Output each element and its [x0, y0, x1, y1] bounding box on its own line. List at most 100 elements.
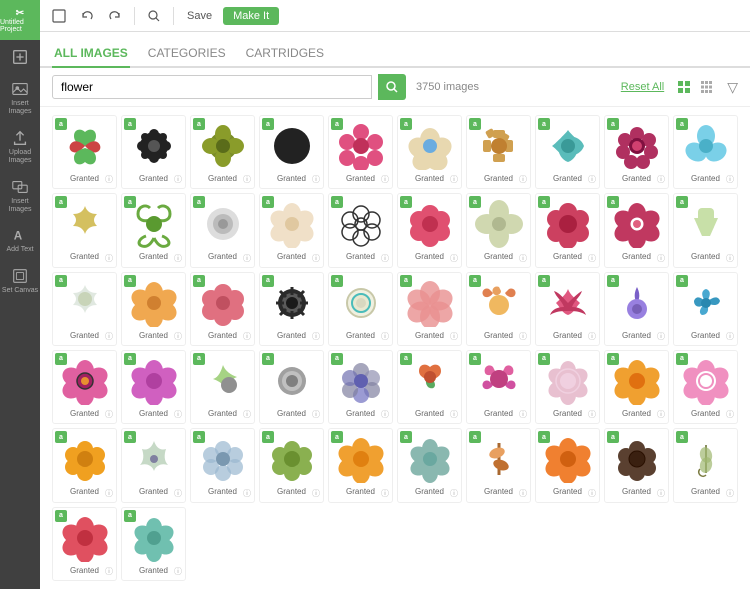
image-cell[interactable]: a Granted ⓘ [259, 350, 324, 424]
sidebar-item-canvas[interactable]: Set Canvas [0, 259, 40, 299]
image-cell[interactable]: a Granted ⓘ [52, 115, 117, 189]
image-cell[interactable]: a Granted ⓘ [121, 115, 186, 189]
image-cell[interactable]: a Granted ⓘ [535, 350, 600, 424]
cell-info-icon[interactable]: ⓘ [519, 331, 527, 342]
cell-info-icon[interactable]: ⓘ [243, 253, 251, 264]
image-cell[interactable]: a Granted ⓘ [466, 428, 531, 502]
cell-info-icon[interactable]: ⓘ [381, 253, 389, 264]
redo-btn[interactable] [104, 5, 126, 27]
image-cell[interactable]: a Granted ⓘ [328, 193, 393, 267]
image-cell[interactable]: a Granted ⓘ [673, 272, 738, 346]
image-cell[interactable]: a Granted ⓘ [466, 193, 531, 267]
image-cell[interactable]: a Granted ⓘ [190, 428, 255, 502]
image-cell[interactable]: a Granted ⓘ [466, 115, 531, 189]
grid-view-btn[interactable] [674, 77, 694, 97]
cell-info-icon[interactable]: ⓘ [588, 174, 596, 185]
cell-info-icon[interactable]: ⓘ [105, 331, 113, 342]
cell-info-icon[interactable]: ⓘ [105, 566, 113, 577]
make-it-btn[interactable]: Make It [223, 7, 279, 25]
image-cell[interactable]: a Granted ⓘ [397, 115, 462, 189]
cell-info-icon[interactable]: ⓘ [726, 253, 734, 264]
cell-info-icon[interactable]: ⓘ [588, 488, 596, 499]
cell-info-icon[interactable]: ⓘ [381, 409, 389, 420]
cell-info-icon[interactable]: ⓘ [657, 331, 665, 342]
cell-info-icon[interactable]: ⓘ [726, 409, 734, 420]
sidebar-item-upload[interactable]: Upload Images [0, 121, 40, 170]
image-cell[interactable]: a Granted ⓘ [190, 193, 255, 267]
tab-cartridges[interactable]: CARTRIDGES [244, 40, 326, 68]
cell-info-icon[interactable]: ⓘ [657, 253, 665, 264]
cell-info-icon[interactable]: ⓘ [174, 331, 182, 342]
image-cell[interactable]: a Granted ⓘ [52, 428, 117, 502]
image-cell[interactable]: a Granted ⓘ [397, 272, 462, 346]
image-cell[interactable]: a Granted ⓘ [604, 272, 669, 346]
image-cell[interactable]: a Granted ⓘ [328, 272, 393, 346]
cell-info-icon[interactable]: ⓘ [174, 488, 182, 499]
cell-info-icon[interactable]: ⓘ [588, 253, 596, 264]
image-cell[interactable]: a Granted ⓘ [397, 428, 462, 502]
cell-info-icon[interactable]: ⓘ [174, 566, 182, 577]
image-cell[interactable]: a Granted ⓘ [466, 272, 531, 346]
image-cell[interactable]: a Granted ⓘ [673, 115, 738, 189]
tab-categories[interactable]: CATEGORIES [146, 40, 228, 68]
image-cell[interactable]: a Granted ⓘ [259, 115, 324, 189]
image-cell[interactable]: a Granted ⓘ [259, 193, 324, 267]
cell-info-icon[interactable]: ⓘ [105, 174, 113, 185]
cell-info-icon[interactable]: ⓘ [243, 488, 251, 499]
cell-info-icon[interactable]: ⓘ [381, 331, 389, 342]
cell-info-icon[interactable]: ⓘ [519, 174, 527, 185]
cell-info-icon[interactable]: ⓘ [312, 174, 320, 185]
sidebar-item-add-text[interactable]: A Add Text [0, 218, 40, 258]
new-toolbar-btn[interactable] [48, 5, 70, 27]
cell-info-icon[interactable]: ⓘ [657, 488, 665, 499]
zoom-btn[interactable] [143, 5, 165, 27]
image-cell[interactable]: a Granted ⓘ [121, 428, 186, 502]
image-cell[interactable]: a Granted ⓘ [121, 507, 186, 581]
cell-info-icon[interactable]: ⓘ [588, 409, 596, 420]
image-cell[interactable]: a Granted ⓘ [190, 115, 255, 189]
cell-info-icon[interactable]: ⓘ [588, 331, 596, 342]
search-input[interactable] [52, 75, 372, 99]
sidebar-item-insert-images[interactable]: Insert Images [0, 72, 40, 121]
image-cell[interactable]: a Granted ⓘ [52, 272, 117, 346]
image-cell[interactable]: a Granted ⓘ [604, 115, 669, 189]
cell-info-icon[interactable]: ⓘ [174, 409, 182, 420]
image-cell[interactable]: a Granted ⓘ [259, 428, 324, 502]
cell-info-icon[interactable]: ⓘ [519, 409, 527, 420]
sidebar-item-new[interactable] [0, 40, 40, 72]
cell-info-icon[interactable]: ⓘ [312, 253, 320, 264]
image-cell[interactable]: a Granted ⓘ [397, 193, 462, 267]
cell-info-icon[interactable]: ⓘ [243, 409, 251, 420]
image-cell[interactable]: a Granted ⓘ [121, 350, 186, 424]
image-cell[interactable]: a Granted ⓘ [121, 193, 186, 267]
cell-info-icon[interactable]: ⓘ [312, 488, 320, 499]
image-cell[interactable]: a Granted ⓘ [535, 272, 600, 346]
cell-info-icon[interactable]: ⓘ [450, 253, 458, 264]
image-cell[interactable]: a Granted ⓘ [52, 193, 117, 267]
cell-info-icon[interactable]: ⓘ [450, 174, 458, 185]
search-button[interactable] [378, 74, 406, 100]
tab-all-images[interactable]: ALL IMAGES [52, 40, 130, 68]
image-cell[interactable]: a Granted ⓘ [259, 272, 324, 346]
sidebar-item-insert2[interactable]: Insert Images [0, 170, 40, 219]
image-cell[interactable]: a Granted ⓘ [535, 428, 600, 502]
cell-info-icon[interactable]: ⓘ [519, 488, 527, 499]
image-cell[interactable]: a Granted ⓘ [328, 350, 393, 424]
image-cell[interactable]: a Granted ⓘ [328, 115, 393, 189]
cell-info-icon[interactable]: ⓘ [105, 488, 113, 499]
cell-info-icon[interactable]: ⓘ [450, 488, 458, 499]
cell-info-icon[interactable]: ⓘ [243, 174, 251, 185]
image-cell[interactable]: a Granted ⓘ [466, 350, 531, 424]
cell-info-icon[interactable]: ⓘ [105, 253, 113, 264]
cell-info-icon[interactable]: ⓘ [381, 488, 389, 499]
cell-info-icon[interactable]: ⓘ [726, 331, 734, 342]
image-cell[interactable]: a Granted ⓘ [121, 272, 186, 346]
image-cell[interactable]: a Granted ⓘ [535, 115, 600, 189]
cell-info-icon[interactable]: ⓘ [657, 174, 665, 185]
cell-info-icon[interactable]: ⓘ [450, 331, 458, 342]
image-cell[interactable]: a Granted ⓘ [52, 350, 117, 424]
cell-info-icon[interactable]: ⓘ [105, 409, 113, 420]
cell-info-icon[interactable]: ⓘ [174, 174, 182, 185]
image-cell[interactable]: a Granted ⓘ [604, 428, 669, 502]
image-cell[interactable]: a Granted ⓘ [673, 193, 738, 267]
